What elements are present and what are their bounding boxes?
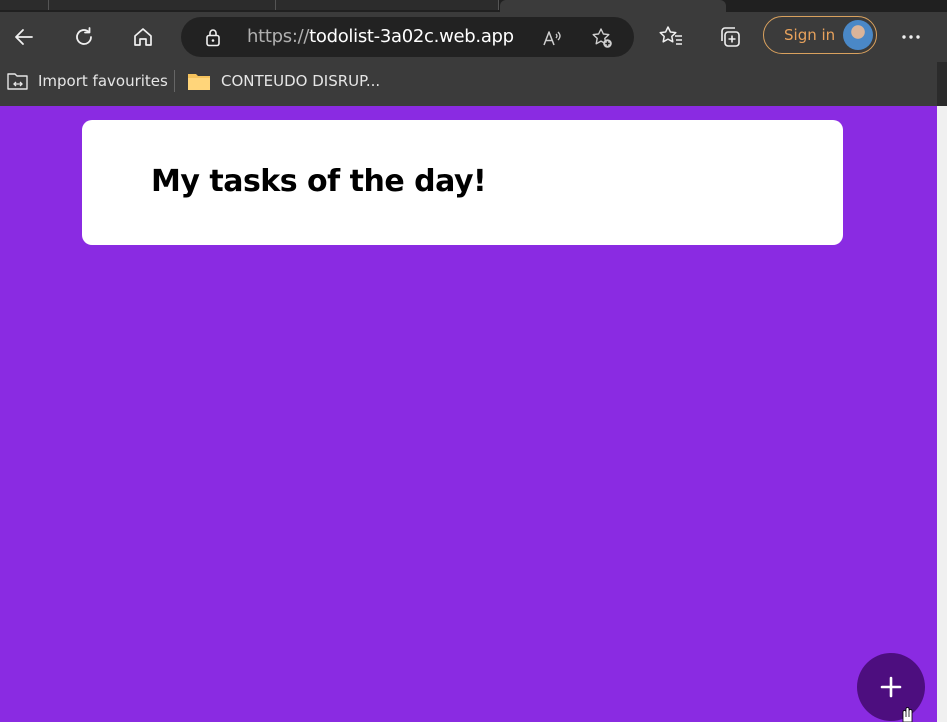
tab[interactable] [0,0,49,10]
tab-strip [0,0,947,12]
lock-icon[interactable] [203,27,223,47]
page-viewport: My tasks of the day! [0,106,937,722]
scrollbar[interactable] [937,62,947,722]
url-host: todolist-3a02c.web.app [309,26,514,47]
tab[interactable] [49,0,276,10]
header-card: My tasks of the day! [82,120,843,245]
bookmark-divider [174,70,175,92]
hand-cursor-icon [902,707,913,722]
bookmark-label: Import favourites [38,72,168,90]
home-icon [134,28,152,46]
browser-toolbar: https://todolist-3a02c.web.app Sign in [0,12,947,62]
sign-in-button[interactable]: Sign in [763,16,877,54]
tab[interactable] [276,0,499,10]
refresh-button[interactable] [66,19,102,55]
scrollbar-top [937,62,947,106]
import-favourites-icon [7,73,28,90]
avatar [843,20,873,50]
address-bar[interactable]: https://todolist-3a02c.web.app [181,17,634,57]
home-button[interactable] [125,19,161,55]
sign-in-label: Sign in [784,26,836,44]
more-horizontal-icon [902,35,920,39]
url-text[interactable]: https://todolist-3a02c.web.app [247,27,514,47]
page-title: My tasks of the day! [151,164,487,199]
plus-icon [880,676,902,698]
url-protocol: https:// [247,26,310,47]
refresh-icon [76,27,92,45]
bookmark-label: CONTEUDO DISRUP... [221,72,381,90]
folder-icon [188,74,210,90]
tab-active[interactable] [500,0,726,12]
collections-icon [721,27,740,47]
favourites-icon [659,26,682,45]
add-favourite-icon[interactable] [591,27,613,49]
back-button[interactable] [6,19,42,55]
bookmark-folder-conteudo[interactable]: CONTEUDO DISRUP... [187,62,380,100]
bookmark-import-favourites[interactable]: Import favourites [6,62,168,100]
read-aloud-icon[interactable] [541,27,563,49]
more-menu-button[interactable] [893,19,929,55]
collections-button[interactable] [712,19,748,55]
favourites-button[interactable] [653,19,689,55]
bookmarks-bar: Import favourites CONTEUDO DISRUP... [0,62,937,100]
arrow-left-icon [15,29,33,45]
